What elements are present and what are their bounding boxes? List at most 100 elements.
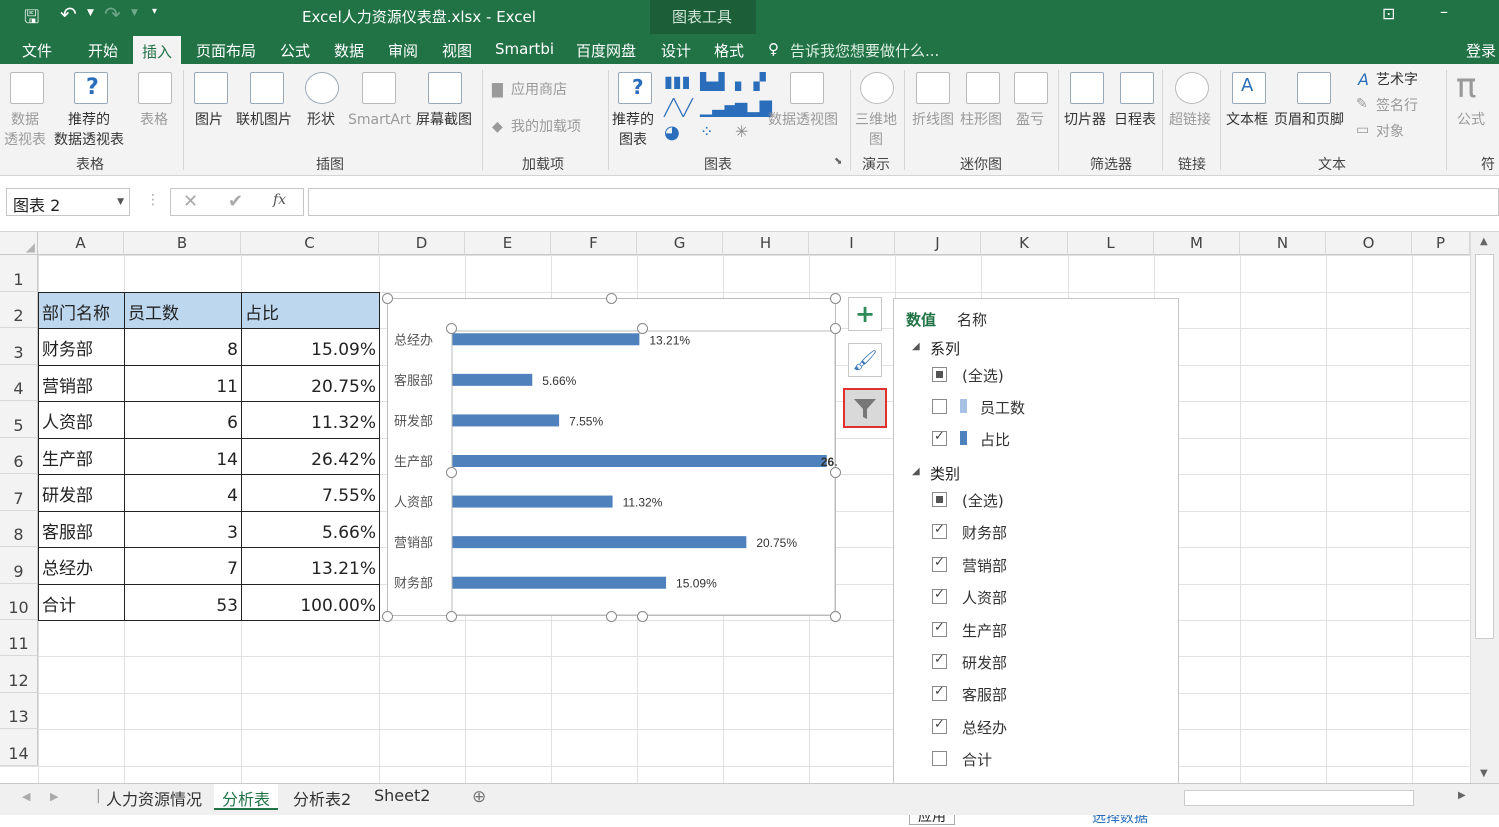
resize-handle[interactable] <box>830 467 841 478</box>
sheet-tab[interactable]: 人力资源情况 <box>98 784 210 810</box>
resize-handle[interactable] <box>382 611 393 622</box>
object-button[interactable]: 对象 <box>1376 122 1404 142</box>
table-cell[interactable]: 15.09% <box>241 328 380 366</box>
picture-button[interactable]: 图片 <box>195 110 223 130</box>
row-header-9[interactable]: 9 <box>0 547 38 584</box>
online-picture-button[interactable]: 联机图片 <box>236 110 292 130</box>
save-icon[interactable]: 🖫 <box>24 5 39 35</box>
login-link[interactable]: 登录 <box>1466 40 1496 61</box>
tab-design[interactable]: 设计 <box>661 40 691 61</box>
statistic-chart-icon[interactable]: ▁▃▅ <box>700 98 737 117</box>
name-box-dropdown-icon[interactable]: ▼ <box>117 197 124 207</box>
sparkline-line-icon[interactable] <box>916 72 950 104</box>
resize-handle[interactable] <box>830 293 841 304</box>
table-header-cell[interactable]: 员工数 <box>124 292 242 329</box>
table-cell[interactable]: 11.32% <box>241 401 380 439</box>
recommended-pivot-button[interactable]: 推荐的 数据透视表 <box>54 110 124 150</box>
row-header-3[interactable]: 3 <box>0 328 38 365</box>
bar-chart[interactable]: 总经办13.21%客服部5.66%研发部7.55%生产部26.42%人资部11.… <box>387 298 837 616</box>
hyperlink-icon[interactable] <box>1175 72 1209 104</box>
timeline-button[interactable]: 日程表 <box>1114 110 1156 130</box>
table-cell[interactable]: 7.55% <box>241 474 380 512</box>
table-cell[interactable]: 营销部 <box>38 365 125 402</box>
pivot-table-button[interactable]: 数据 透视表 <box>4 110 46 150</box>
recommended-chart-button[interactable]: 推荐的 图表 <box>612 110 654 150</box>
radar-chart-icon[interactable]: ✳ <box>735 122 748 141</box>
vertical-scrollbar[interactable]: ▲ ▼ <box>1470 232 1499 783</box>
formula-input[interactable] <box>308 188 1499 216</box>
screenshot-button[interactable]: 屏幕截图 <box>416 110 472 130</box>
table-cell[interactable]: 财务部 <box>38 328 125 366</box>
table-cell[interactable]: 6 <box>124 401 242 439</box>
category-collapse-icon[interactable]: ◢ <box>912 466 920 477</box>
horizontal-scrollbar[interactable]: ▶ <box>1180 788 1470 808</box>
row-header-14[interactable]: 14 <box>0 729 38 766</box>
smartart-button[interactable]: SmartArt <box>348 110 411 130</box>
select-all-corner[interactable]: ◢ <box>0 232 38 255</box>
row-header-5[interactable]: 5 <box>0 401 38 438</box>
plot-area-outline[interactable] <box>451 330 836 616</box>
chart-dialog-launcher-icon[interactable]: ⬊ <box>834 156 842 167</box>
row-header-4[interactable]: 4 <box>0 365 38 401</box>
sparkline-winloss-icon[interactable] <box>1014 72 1048 104</box>
table-header-cell[interactable]: 部门名称 <box>38 292 125 329</box>
wordart-button[interactable]: 艺术字 <box>1376 70 1418 90</box>
tab-insert[interactable]: 插入 <box>133 36 182 64</box>
shapes-button[interactable]: 形状 <box>307 110 335 130</box>
filter-item-label[interactable]: 营销部 <box>962 555 1007 576</box>
my-addins-icon[interactable]: ◆ <box>492 119 503 135</box>
bar-客服部[interactable] <box>452 373 533 386</box>
column-header-A[interactable]: A <box>38 232 124 255</box>
column-header-P[interactable]: P <box>1412 232 1470 255</box>
header-footer-button[interactable]: 页眉和页脚 <box>1274 110 1344 130</box>
textbox-icon[interactable]: A <box>1232 72 1266 104</box>
tab-review[interactable]: 审阅 <box>388 40 418 61</box>
scatter-chart-icon[interactable]: ⁘ <box>700 122 713 141</box>
checkbox[interactable]: ✓ <box>932 620 947 637</box>
wordart-icon[interactable]: A <box>1358 70 1369 89</box>
timeline-icon[interactable] <box>1120 72 1154 104</box>
shapes-icon[interactable] <box>305 72 339 104</box>
pivot-table-icon[interactable] <box>10 72 44 104</box>
column-header-K[interactable]: K <box>981 232 1068 255</box>
table-cell[interactable]: 生产部 <box>38 438 125 475</box>
series-collapse-icon[interactable]: ◢ <box>912 341 920 352</box>
filter-item-label[interactable]: (全选) <box>962 490 1004 511</box>
header-footer-icon[interactable] <box>1297 72 1331 104</box>
sheet-tab[interactable]: 分析表 <box>214 784 279 810</box>
column-header-I[interactable]: I <box>809 232 895 255</box>
formula-button[interactable]: 公式 <box>1457 110 1485 130</box>
filter-item-label[interactable]: (全选) <box>962 365 1004 386</box>
column-chart-icon[interactable]: ▮▮▮ <box>664 72 690 91</box>
horizontal-scroll-thumb[interactable] <box>1184 790 1414 806</box>
sheet-scroll-left-icon[interactable]: ◀ <box>22 790 30 803</box>
recommended-chart-icon[interactable]: ? <box>618 72 652 104</box>
combo-chart-icon[interactable]: ▆▂▇ <box>735 98 772 117</box>
sheet-tab[interactable]: Sheet2 <box>366 784 438 810</box>
chart-elements-button[interactable]: + <box>848 297 882 331</box>
table-cell[interactable]: 总经办 <box>38 547 125 585</box>
panel-tab-values[interactable]: 数值 <box>906 309 936 330</box>
filter-item-label[interactable]: 研发部 <box>962 652 1007 673</box>
filter-item-label[interactable]: 生产部 <box>962 620 1007 641</box>
filter-item-label[interactable]: 员工数 <box>980 397 1025 418</box>
sparkline-column-button[interactable]: 柱形图 <box>960 110 1002 130</box>
resize-handle[interactable] <box>637 611 648 622</box>
bar-生产部[interactable] <box>452 455 827 467</box>
hscroll-right-icon[interactable]: ▶ <box>1458 790 1466 801</box>
name-box[interactable]: 图表 2 ▼ <box>6 188 130 216</box>
checkbox[interactable]: ✓ <box>932 429 947 446</box>
table-cell[interactable]: 7 <box>124 547 242 585</box>
resize-handle[interactable] <box>606 293 617 304</box>
bar-研发部[interactable] <box>452 414 560 427</box>
filter-item-label[interactable]: 财务部 <box>962 522 1007 543</box>
table-cell[interactable]: 4 <box>124 474 242 512</box>
checkbox[interactable]: ✓ <box>932 717 947 734</box>
table-cell[interactable]: 100.00% <box>241 584 380 621</box>
recommended-pivot-icon[interactable]: ? <box>74 72 108 104</box>
column-header-C[interactable]: C <box>241 232 379 255</box>
minimize-icon[interactable]: – <box>1440 2 1448 21</box>
row-header-11[interactable]: 11 <box>0 620 38 656</box>
signature-icon[interactable]: ✎ <box>1356 96 1368 112</box>
column-header-O[interactable]: O <box>1326 232 1412 255</box>
